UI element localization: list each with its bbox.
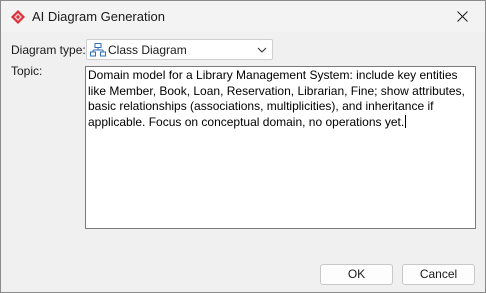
cancel-button[interactable]: Cancel <box>402 264 475 285</box>
app-diamond-icon <box>11 10 25 24</box>
ai-diagram-generation-dialog: AI Diagram Generation Diagram type: Clas… <box>0 0 486 293</box>
diagram-type-select[interactable]: Class Diagram <box>86 39 273 60</box>
title-bar: AI Diagram Generation <box>1 1 485 32</box>
text-caret <box>405 114 407 128</box>
topic-textarea[interactable]: Domain model for a Library Management Sy… <box>85 66 476 229</box>
diagram-type-label: Diagram type: <box>11 43 86 57</box>
window-title: AI Diagram Generation <box>32 9 165 24</box>
diagram-type-value: Class Diagram <box>108 43 187 57</box>
close-button[interactable] <box>439 1 485 32</box>
close-icon <box>456 11 468 22</box>
topic-text: Domain model for a Library Management Sy… <box>88 68 469 129</box>
ok-button[interactable]: OK <box>320 264 393 285</box>
class-diagram-icon <box>90 43 106 57</box>
chevron-down-icon[interactable] <box>257 46 267 54</box>
topic-label: Topic: <box>11 64 43 78</box>
